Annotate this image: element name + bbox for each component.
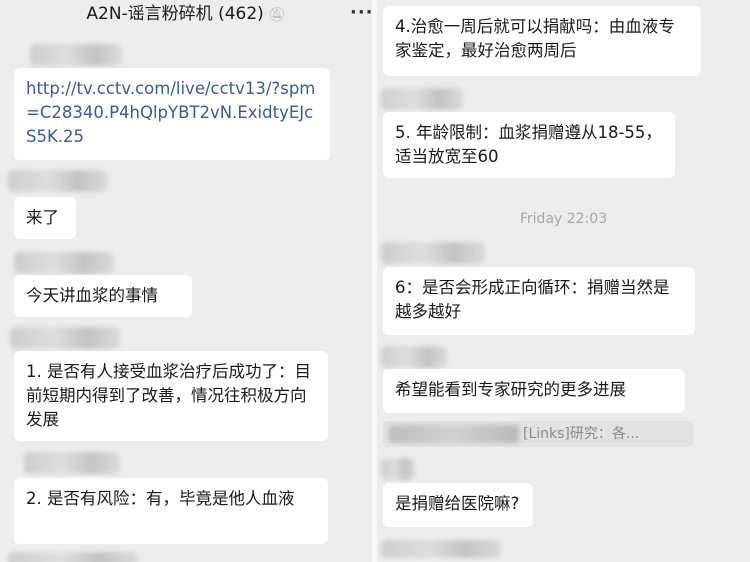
- message-bubble: 4.治愈一周后就可以捐献吗：由血液专家鉴定，最好治愈两周后: [383, 6, 701, 76]
- message-bubble: 2. 是否有风险：有，毕竟是他人血液: [14, 478, 328, 544]
- message-bubble: 1. 是否有人接受血浆治疗后成功了：目前短期内得到了改善，情况往积极方向发展: [14, 351, 328, 441]
- group-title: A2N-谣言粉碎机 (462): [86, 4, 264, 24]
- sender-name-blurred: [8, 552, 138, 562]
- chat-header: A2N-谣言粉碎机 (462) 🔕︎: [0, 0, 372, 30]
- quote-sender-blurred: [389, 425, 519, 443]
- sender-name-blurred: [14, 252, 114, 274]
- sender-name-blurred: [381, 458, 415, 480]
- message-bubble: 是捐赠给医院嘛?: [383, 483, 533, 527]
- bell-slash-icon: 🔕︎: [267, 7, 286, 23]
- message-bubble: 6：是否会形成正向循环：捐赠当然是越多越好: [383, 267, 695, 335]
- sender-name-blurred: [381, 88, 463, 110]
- sender-name-blurred: [30, 44, 122, 66]
- sender-name-blurred: [381, 242, 485, 264]
- sender-name-blurred: [8, 170, 108, 192]
- message-bubble: 今天讲血浆的事情: [14, 275, 192, 317]
- quoted-reply[interactable]: [Links]研究：各...: [383, 421, 693, 447]
- sender-name-blurred: [381, 540, 501, 558]
- left-chat-panel: A2N-谣言粉碎机 (462) 🔕︎ ··· http://tv.cctv.com…: [0, 0, 372, 562]
- message-bubble: 希望能看到专家研究的更多进展: [383, 369, 685, 413]
- timestamp: Friday 22:03: [519, 211, 608, 227]
- message-bubble: 来了: [14, 197, 76, 239]
- link-message[interactable]: http://tv.cctv.com/live/cctv13/?spm=C283…: [14, 68, 330, 160]
- sender-name-blurred: [24, 452, 120, 474]
- quote-text: [Links]研究：各...: [523, 426, 640, 442]
- message-bubble: 5. 年龄限制：血浆捐赠遵从18-55，适当放宽至60: [383, 112, 675, 178]
- right-chat-panel: 4.治愈一周后就可以捐献吗：由血液专家鉴定，最好治愈两周后 5. 年龄限制：血浆…: [377, 0, 750, 562]
- sender-name-blurred: [10, 327, 120, 349]
- sender-name-blurred: [381, 346, 447, 368]
- more-options-button[interactable]: ···: [350, 2, 372, 23]
